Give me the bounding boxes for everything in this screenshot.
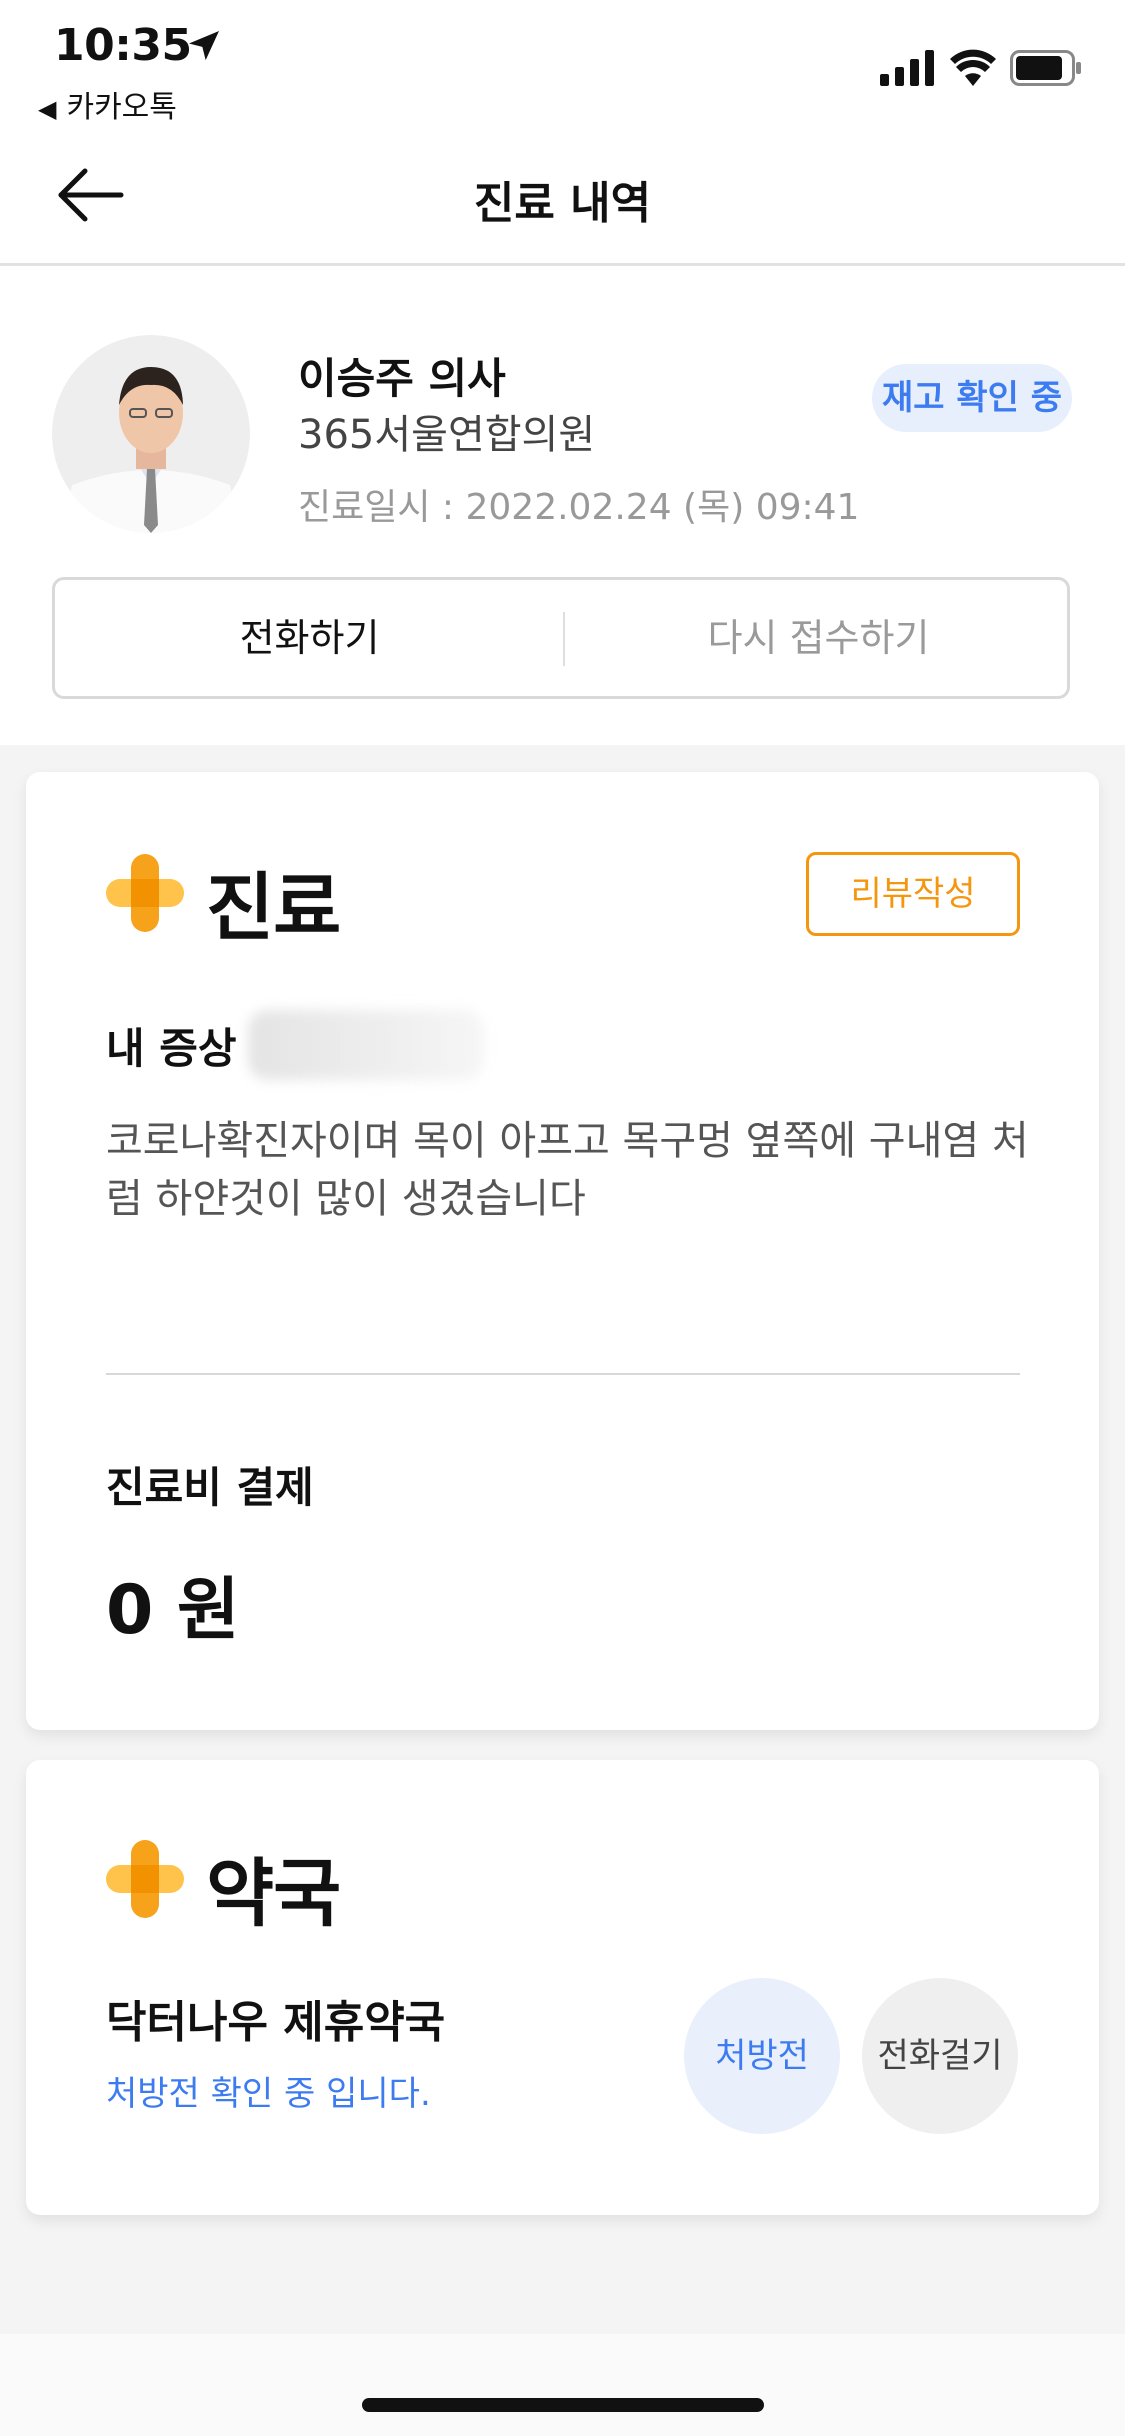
divider [106, 1373, 1020, 1375]
back-to-app-link[interactable]: ◀ 카카오톡 [38, 82, 177, 126]
medical-cross-icon [106, 854, 184, 932]
home-indicator[interactable] [362, 2398, 764, 2412]
page-title: 진료 내역 [473, 178, 652, 229]
action-button-group: 전화하기 다시 접수하기 [52, 577, 1070, 699]
pharmacy-name: 닥터나우 제휴약국 [106, 1997, 446, 2048]
redacted-area [248, 1010, 484, 1080]
consultation-title: 진료 [206, 865, 341, 951]
back-triangle-icon: ◀ [38, 95, 57, 123]
pharmacy-title: 약국 [206, 1851, 341, 1937]
status-bar: 10:35 ◀ 카카오톡 [0, 0, 1125, 125]
consultation-card: 진료 리뷰작성 내 증상 코로나확진자이며 목이 아프고 목구멍 옆쪽에 구내염… [26, 772, 1099, 1730]
battery-icon [1010, 50, 1081, 86]
bottom-area [0, 2334, 1125, 2436]
pharmacy-card: 약국 닥터나우 제휴약국 처방전 확인 중 입니다. 처방전 전화걸기 [26, 1760, 1099, 2215]
symptom-description: 코로나확진자이며 목이 아프고 목구멍 옆쪽에 구내염 처럼 하얀것이 많이 생… [106, 1118, 1029, 1222]
write-review-button[interactable]: 리뷰작성 [806, 852, 1020, 936]
fee-amount: 0 원 [106, 1571, 240, 1650]
medical-cross-icon [106, 1840, 184, 1918]
clinic-name: 365서울연합의원 [298, 412, 596, 458]
call-button[interactable]: 전화하기 [55, 580, 564, 696]
location-arrow-icon [189, 31, 219, 61]
back-app-label: 카카오톡 [66, 90, 177, 125]
status-badge: 재고 확인 중 [872, 364, 1072, 432]
visit-datetime: 진료일시 : 2022.02.24 (목) 09:41 [298, 487, 860, 528]
reapply-button[interactable]: 다시 접수하기 [564, 580, 1073, 696]
wifi-icon [950, 49, 996, 86]
pharmacy-call-button[interactable]: 전화걸기 [862, 1978, 1018, 2134]
doctor-name: 이승주 의사 [298, 354, 506, 403]
pharmacy-status: 처방전 확인 중 입니다. [106, 2074, 431, 2114]
fee-label: 진료비 결제 [106, 1463, 314, 1512]
nav-bar: 진료 내역 [0, 125, 1125, 266]
symptom-label: 내 증상 [106, 1024, 237, 1073]
status-time: 10:35 [54, 20, 192, 71]
doctor-avatar [52, 335, 250, 533]
prescription-button[interactable]: 처방전 [684, 1978, 840, 2134]
signal-icon [880, 50, 934, 86]
